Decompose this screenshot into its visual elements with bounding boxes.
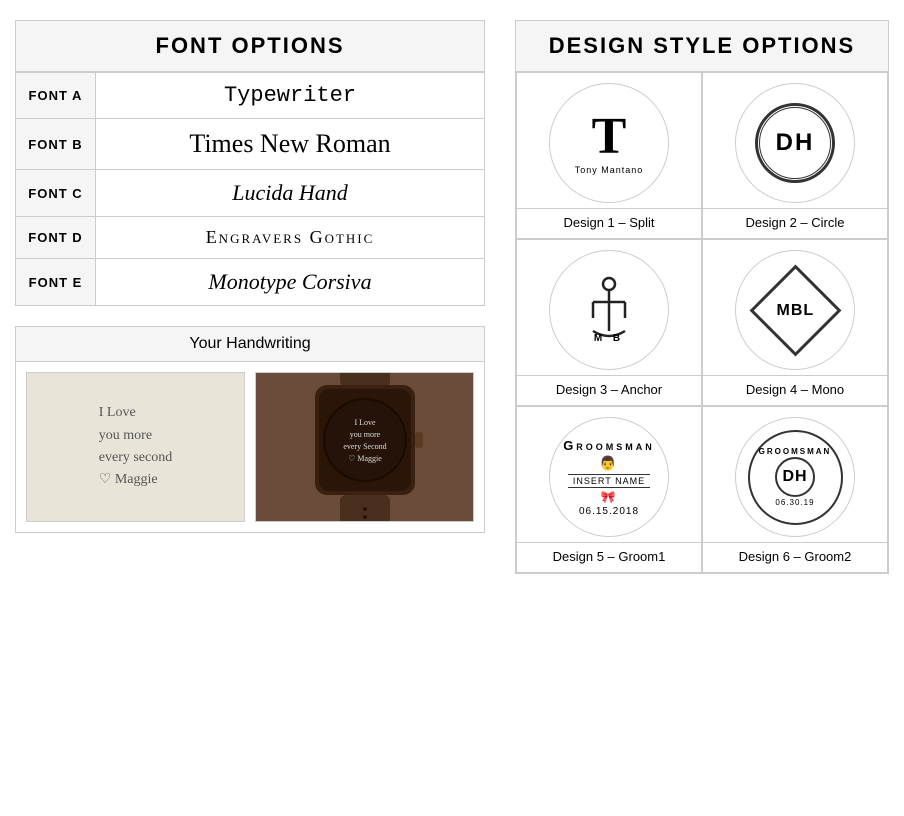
design6-dh: DH: [782, 468, 807, 486]
anchor-icon: [579, 276, 639, 341]
design4-letters: MBL: [776, 301, 814, 319]
watch-svg: I Love you more every Second ♡ Maggie: [295, 372, 435, 522]
design3-circle-area: M B: [517, 240, 701, 375]
font-table: FONT A Typewriter FONT B Times New Roman…: [15, 72, 485, 306]
font-label-a: FONT A: [16, 73, 96, 119]
font-name-b: Times New Roman: [96, 119, 485, 170]
left-panel: FONT OPTIONS FONT A Typewriter FONT B Ti…: [0, 0, 500, 816]
design2-letters: DH: [776, 129, 815, 157]
font-label-b: FONT B: [16, 119, 96, 170]
design5-insert-name: INSERT NAME: [568, 474, 650, 488]
design-cell-2[interactable]: DH Design 2 – Circle: [702, 72, 888, 239]
design6-label: Design 6 – Groom2: [703, 542, 887, 572]
design2-circle: DH: [735, 83, 855, 203]
design5-groomsman: Groomsman: [563, 438, 655, 453]
table-row: FONT A Typewriter: [16, 73, 485, 119]
design5-label: Design 5 – Groom1: [517, 542, 701, 572]
svg-text:every Second: every Second: [343, 442, 386, 451]
handwriting-title: Your Handwriting: [16, 327, 484, 362]
design3-inner: M B: [579, 276, 639, 344]
mustache-icon: 👨: [599, 455, 618, 472]
font-name-e: Monotype Corsiva: [96, 259, 485, 306]
font-name-d: Engravers Gothic: [96, 217, 485, 259]
design6-date: 06.30.19: [775, 498, 814, 507]
font-name-a: Typewriter: [96, 73, 485, 119]
svg-text:I Love: I Love: [354, 418, 376, 427]
design6-groomsman: GROOMSMAN: [759, 447, 832, 456]
design3-circle: M B: [549, 250, 669, 370]
font-name-c: Lucida Hand: [96, 170, 485, 217]
design-cell-6[interactable]: GROOMSMAN DH 06.30.19 Design 6 – Groom2: [702, 406, 888, 573]
bow-tie-icon: 🎀: [601, 490, 618, 504]
design4-diamond: MBL: [749, 264, 841, 356]
design1-circle-area: T Tony Mantano: [517, 73, 701, 208]
design4-label: Design 4 – Mono: [703, 375, 887, 405]
design1-circle: T Tony Mantano: [549, 83, 669, 203]
font-options-title: FONT OPTIONS: [15, 20, 485, 72]
design5-circle-area: Groomsman 👨 INSERT NAME 🎀 06.15.2018: [517, 407, 701, 542]
design6-circle-area: GROOMSMAN DH 06.30.19: [703, 407, 887, 542]
design1-letter: T: [592, 111, 627, 163]
design-style-title: DESIGN STYLE OPTIONS: [515, 20, 889, 72]
design-grid: T Tony Mantano Design 1 – Split DH Desig…: [515, 72, 889, 574]
design-cell-3[interactable]: M B Design 3 – Anchor: [516, 239, 702, 406]
font-label-e: FONT E: [16, 259, 96, 306]
design5-circle: Groomsman 👨 INSERT NAME 🎀 06.15.2018: [549, 417, 669, 537]
design3-letters: M B: [594, 333, 624, 344]
design6-dh-box: DH: [775, 457, 815, 497]
table-row: FONT E Monotype Corsiva: [16, 259, 485, 306]
design2-inner: DH: [755, 103, 835, 183]
handwriting-written-text: I Loveyou moreevery second♡ Maggie: [89, 392, 182, 502]
handwriting-section: Your Handwriting I Loveyou moreevery sec…: [15, 326, 485, 533]
design4-circle: MBL: [735, 250, 855, 370]
table-row: FONT C Lucida Hand: [16, 170, 485, 217]
svg-text:you more: you more: [349, 430, 380, 439]
design-cell-1[interactable]: T Tony Mantano Design 1 – Split: [516, 72, 702, 239]
font-label-d: FONT D: [16, 217, 96, 259]
design1-name: Tony Mantano: [575, 165, 644, 175]
table-row: FONT B Times New Roman: [16, 119, 485, 170]
handwriting-written-box: I Loveyou moreevery second♡ Maggie: [26, 372, 245, 522]
handwriting-images: I Loveyou moreevery second♡ Maggie: [16, 362, 484, 532]
design6-circle: GROOMSMAN DH 06.30.19: [735, 417, 855, 537]
watch-image-box: I Love you more every Second ♡ Maggie: [255, 372, 474, 522]
design-cell-5[interactable]: Groomsman 👨 INSERT NAME 🎀 06.15.2018 Des…: [516, 406, 702, 573]
font-label-c: FONT C: [16, 170, 96, 217]
design2-circle-area: DH: [703, 73, 887, 208]
design2-label: Design 2 – Circle: [703, 208, 887, 238]
design5-inner: Groomsman 👨 INSERT NAME 🎀 06.15.2018: [563, 438, 655, 517]
design4-circle-area: MBL: [703, 240, 887, 375]
design5-date: 06.15.2018: [579, 506, 639, 517]
design6-outer: GROOMSMAN DH 06.30.19: [748, 430, 843, 525]
design3-label: Design 3 – Anchor: [517, 375, 701, 405]
right-panel: DESIGN STYLE OPTIONS T Tony Mantano Desi…: [500, 0, 904, 816]
svg-text:♡ Maggie: ♡ Maggie: [348, 454, 382, 463]
design-cell-4[interactable]: MBL Design 4 – Mono: [702, 239, 888, 406]
design1-inner: T Tony Mantano: [575, 111, 644, 175]
table-row: FONT D Engravers Gothic: [16, 217, 485, 259]
design1-label: Design 1 – Split: [517, 208, 701, 238]
